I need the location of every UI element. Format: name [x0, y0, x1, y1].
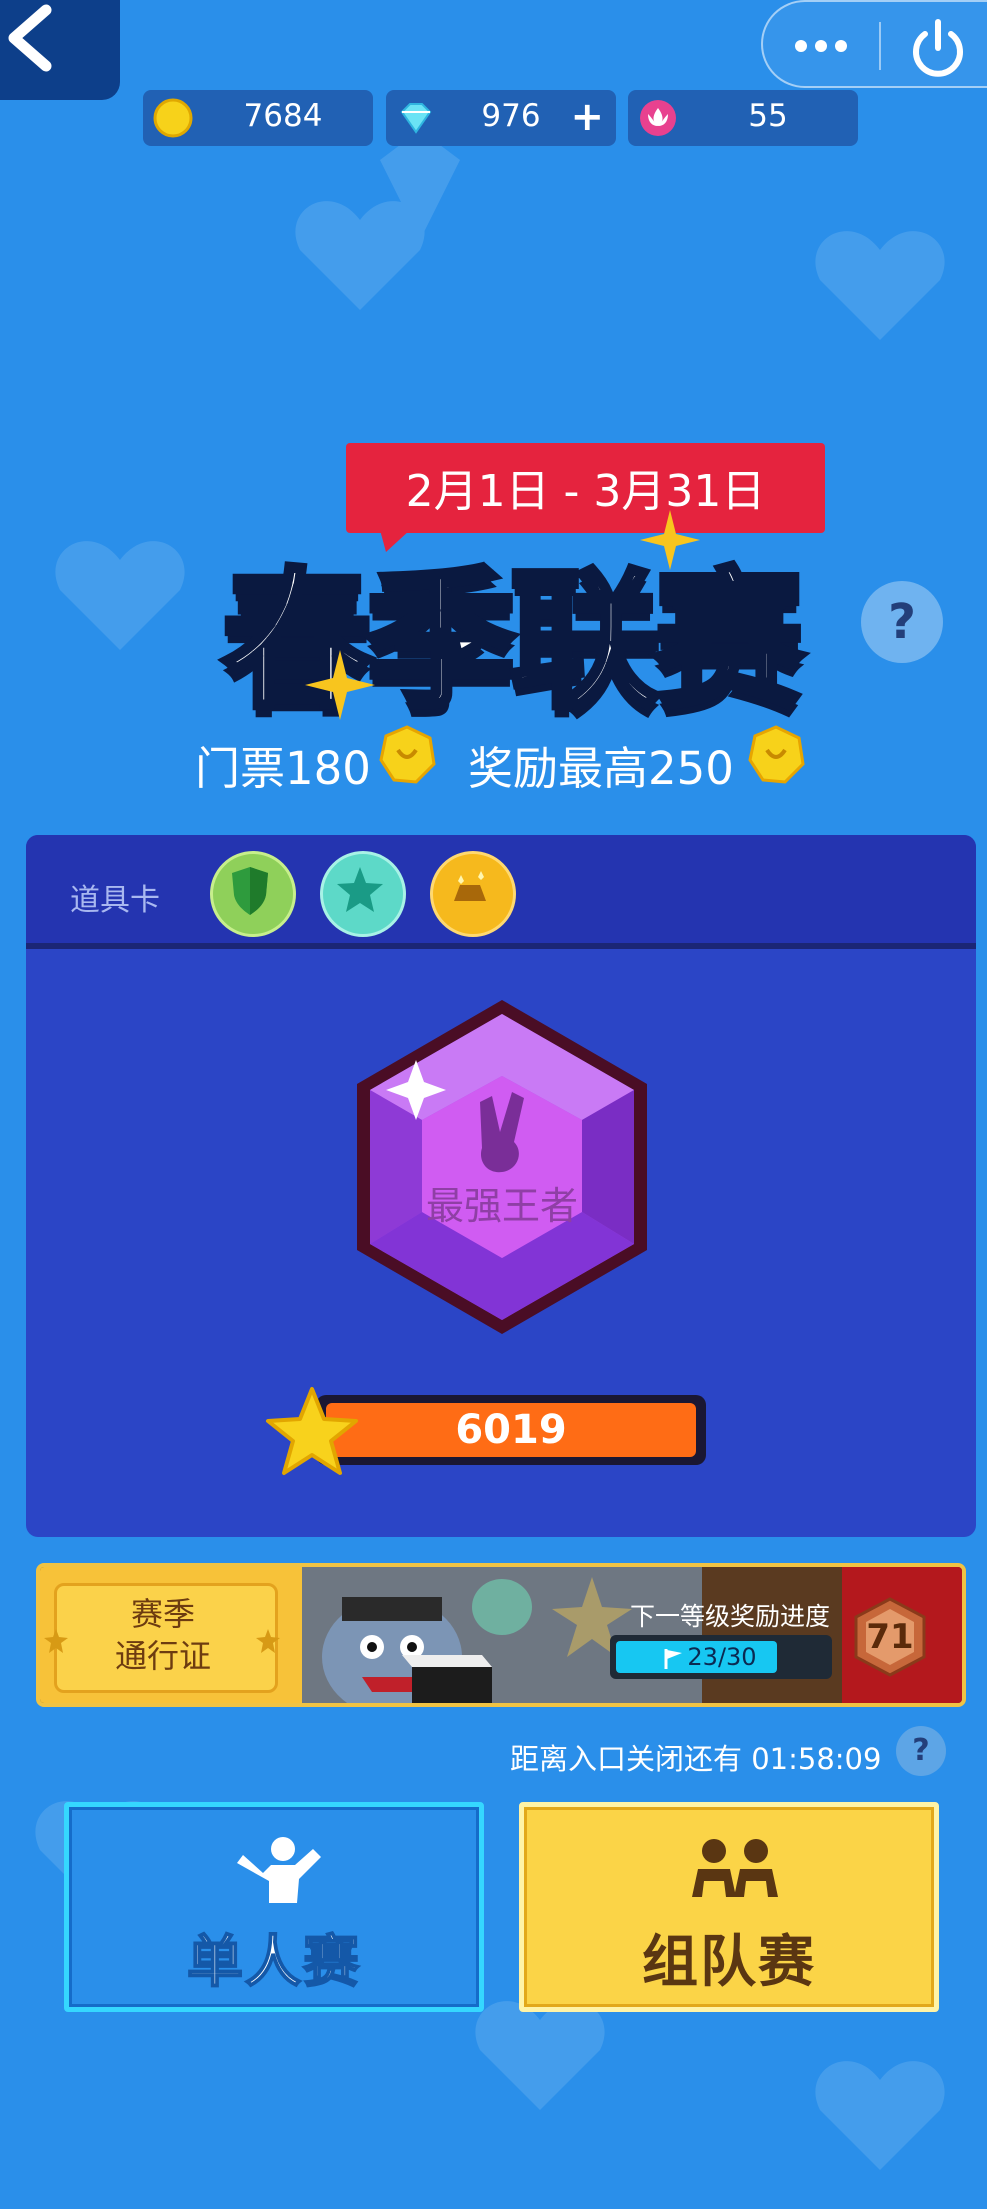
coin-icon [748, 725, 805, 784]
question-mark: ? [888, 594, 916, 650]
more-icon[interactable] [787, 26, 867, 66]
props-bar: 道具卡 [26, 835, 976, 949]
back-button[interactable] [0, 0, 120, 100]
diamond-balance: 976 + [386, 90, 616, 146]
rank-badge [357, 1000, 647, 1334]
pass-title: 赛季 通行证 [54, 1593, 272, 1677]
season-pass-banner[interactable]: 赛季 通行证 下一等级奖励进度 23/30 71 [36, 1563, 966, 1707]
shield-icon [232, 867, 268, 915]
star-icon [256, 1629, 280, 1653]
question-mark: ? [912, 1733, 930, 1768]
person-icon [237, 1837, 321, 1903]
pass-title-line1: 赛季 [130, 1595, 195, 1633]
pass-progress-label: 下一等级奖励进度 [630, 1602, 831, 1631]
coin-icon [379, 725, 436, 784]
entry-countdown: 距离入口关闭还有 01:58:09 [510, 1742, 882, 1776]
pass-level: 71 [866, 1617, 914, 1657]
coin-icon [153, 98, 193, 138]
star-icon [337, 867, 383, 912]
event-dates: 2月1日 - 3月31日 [405, 466, 766, 517]
countdown-help-button[interactable]: ? [896, 1726, 946, 1776]
score-value: 6019 [455, 1407, 567, 1453]
ticket-balance: 55 [628, 90, 858, 146]
miniapp-capsule [761, 0, 987, 88]
star-icon [266, 1387, 358, 1475]
diamond-count: 976 [481, 98, 541, 134]
chevron-left-icon [8, 4, 52, 72]
star-icon [44, 1629, 68, 1653]
ticket-cost: 门票180 [195, 742, 371, 795]
prop-shield[interactable] [210, 851, 296, 937]
team-icon [692, 1839, 778, 1897]
prop-gold[interactable] [430, 851, 516, 937]
props-label: 道具卡 [70, 883, 160, 918]
ticket-count: 55 [748, 98, 788, 134]
event-title: 春季联赛 [219, 552, 807, 732]
add-diamonds-button[interactable]: + [570, 94, 604, 140]
coin-count: 7684 [243, 98, 323, 134]
rank-panel: 道具卡 最强王者 6019 [26, 835, 976, 1537]
prop-star[interactable] [320, 851, 406, 937]
lotus-icon [640, 100, 676, 136]
team-match-label: 组队赛 [642, 1930, 816, 1995]
capsule-divider [879, 22, 881, 70]
max-reward: 奖励最高250 [468, 742, 734, 795]
gold-bar-icon [454, 871, 486, 901]
sparkle-icon [305, 650, 375, 720]
coin-balance: 7684 [143, 90, 373, 146]
diamond-icon [400, 103, 432, 134]
single-match-button[interactable]: 单人赛 [64, 1802, 484, 2012]
pass-title-line2: 通行证 [114, 1637, 211, 1675]
single-match-label: 单人赛 [186, 1929, 361, 1996]
pass-progress-text: 23/30 [687, 1643, 757, 1671]
power-icon[interactable] [903, 12, 973, 82]
team-match-button[interactable]: 组队赛 [519, 1802, 939, 2012]
event-help-button[interactable]: ? [861, 581, 943, 663]
rank-name: 最强王者 [425, 1184, 578, 1228]
sparkle-icon [640, 510, 700, 570]
